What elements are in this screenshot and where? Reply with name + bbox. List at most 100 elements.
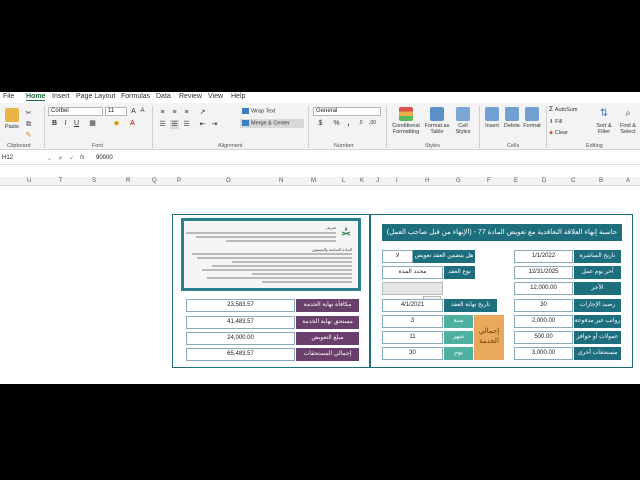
menu-bar: File Home Insert Page Layout Formulas Da… — [0, 92, 640, 103]
empty-input-cell[interactable] — [382, 282, 443, 295]
conditional-formatting-icon — [399, 107, 413, 121]
align-center-icon[interactable]: ☰ — [170, 120, 179, 129]
currency-button[interactable]: $ — [316, 119, 325, 128]
align-left-icon[interactable]: ☰ — [158, 120, 167, 129]
font-color-icon[interactable]: A — [128, 119, 137, 128]
eraser-icon: ◈ — [549, 130, 554, 136]
clipboard-group-label: Clipboard — [7, 143, 31, 149]
chevron-down-icon[interactable]: ⌄ — [47, 155, 52, 162]
autosum-button[interactable]: Σ AutoSum — [549, 106, 589, 113]
wage-value[interactable]: 12,000.00 — [514, 282, 573, 295]
other-dues-label: مستحقات أخرى — [574, 347, 621, 360]
other-dues-value[interactable]: 3,000.00 — [514, 347, 573, 360]
years-value[interactable]: 3 — [382, 315, 443, 328]
last-day-value[interactable]: 12/31/2025 — [514, 266, 573, 279]
incentive-value[interactable]: 500.00 — [514, 331, 573, 344]
conditional-formatting-button[interactable]: Conditional Formatting — [389, 107, 423, 135]
start-date-label: تاريخ المباشرة — [574, 250, 621, 263]
excel-window: File Home Insert Page Layout Formulas Da… — [0, 92, 640, 384]
unpaid-salary-label: رواتب غير مدفوعة — [574, 315, 621, 328]
underline-button[interactable]: U — [72, 119, 81, 128]
cell-styles-button[interactable]: Cell Styles — [451, 107, 475, 135]
number-format-select[interactable]: General — [313, 107, 381, 116]
leave-balance-value[interactable]: 30 — [514, 299, 573, 312]
align-right-icon[interactable]: ☰ — [182, 120, 191, 129]
menu-insert[interactable]: Insert — [52, 93, 70, 100]
eos-due-value[interactable]: 41,483.57 — [186, 316, 295, 329]
unpaid-salary-value[interactable]: 2,000.00 — [514, 315, 573, 328]
font-size-select[interactable]: 11 — [105, 107, 127, 116]
fixed-compensation-question: هل يتضمن العقد تعويض محدد؟ — [413, 250, 475, 272]
leave-balance-label: رصيد الإجازات — [574, 299, 621, 312]
menu-formulas[interactable]: Formulas — [121, 93, 150, 100]
find-select-button[interactable]: ⌕ Find & Select — [616, 107, 640, 135]
end-date-value[interactable]: 4/1/2021 — [382, 299, 443, 312]
formula-input[interactable]: 90000 — [94, 155, 634, 164]
fill-color-icon[interactable]: ◆ — [112, 119, 121, 128]
number-group-label: Number — [334, 143, 354, 149]
fill-down-icon: ⬇ — [549, 119, 554, 125]
increase-decimal-icon[interactable]: .0 — [356, 119, 365, 128]
wage-label: الأجر — [574, 282, 621, 295]
decrease-font-icon[interactable]: A — [138, 107, 147, 116]
ribbon: Paste ✂ ⧉ ✎ Clipboard Corbel 11 A A B I … — [0, 103, 640, 150]
total-value[interactable]: 65,483.57 — [186, 348, 295, 361]
start-date-value[interactable]: 1/1/2022 — [514, 250, 573, 263]
cancel-icon[interactable]: ✕ — [58, 155, 63, 162]
menu-file[interactable]: File — [3, 93, 14, 100]
clear-button[interactable]: ◈ Clear — [549, 130, 589, 136]
merge-center-button[interactable]: Merge & Center — [240, 119, 304, 128]
last-day-label: آخر يوم عمل — [574, 266, 621, 279]
compensation-value[interactable]: 24,000.00 — [186, 332, 295, 345]
format-painter-icon[interactable]: ✎ — [24, 131, 33, 140]
comma-button[interactable]: , — [344, 119, 353, 128]
cut-icon[interactable]: ✂ — [24, 109, 33, 118]
align-top-icon[interactable]: ≡ — [158, 108, 167, 117]
incentive-label: عمولات أو حوافز — [574, 331, 621, 344]
months-label: شهر — [444, 331, 473, 344]
percent-button[interactable]: % — [332, 119, 341, 128]
fx-icon[interactable]: fx — [80, 155, 85, 161]
delete-cells-button[interactable]: Delete — [502, 107, 522, 129]
delete-cells-icon — [505, 107, 519, 121]
wrap-text-icon — [242, 108, 249, 114]
menu-review[interactable]: Review — [179, 93, 202, 100]
menu-page-layout[interactable]: Page Layout — [76, 93, 115, 100]
calculator-title: حاسبة إنهاء العلاقة التعاقدية مع تعويض ا… — [382, 224, 622, 241]
menu-view[interactable]: View — [208, 93, 223, 100]
sort-filter-button[interactable]: ⇅ Sort & Filter — [592, 107, 616, 135]
menu-data[interactable]: Data — [156, 93, 171, 100]
menu-help[interactable]: Help — [231, 93, 245, 100]
increase-indent-icon[interactable]: ⇥ — [210, 120, 219, 129]
copy-icon[interactable]: ⧉ — [24, 120, 33, 129]
fill-button[interactable]: ⬇ Fill — [549, 119, 589, 125]
table-icon — [430, 107, 444, 121]
format-cells-button[interactable]: Format — [522, 107, 542, 129]
fixed-compensation-answer[interactable]: لا — [382, 250, 413, 263]
menu-home[interactable]: Home — [26, 93, 46, 101]
increase-font-icon[interactable]: A — [129, 107, 138, 116]
name-box[interactable]: H12 — [0, 155, 44, 164]
months-value[interactable]: 11 — [382, 331, 443, 344]
font-name-select[interactable]: Corbel — [48, 107, 103, 116]
compensation-label: مبلغ التعويض — [296, 332, 359, 345]
orientation-icon[interactable]: ↗ — [198, 108, 207, 117]
insert-cells-button[interactable]: Insert — [482, 107, 502, 129]
contract-type-value[interactable]: محدد المدة — [382, 266, 443, 279]
bold-button[interactable]: B — [50, 119, 59, 128]
format-as-table-button[interactable]: Format as Table — [424, 107, 450, 135]
wrap-text-button[interactable]: Wrap Text — [242, 108, 292, 114]
decrease-decimal-icon[interactable]: .00 — [368, 119, 377, 128]
eos-value[interactable]: 23,583.57 — [186, 299, 295, 312]
enter-icon[interactable]: ✓ — [69, 155, 74, 162]
align-middle-icon[interactable]: ≡ — [170, 108, 179, 117]
alignment-group-label: Alignment — [218, 143, 243, 149]
align-bottom-icon[interactable]: ≡ — [182, 108, 191, 117]
paste-button[interactable]: Paste — [3, 108, 21, 130]
days-value[interactable]: 30 — [382, 347, 443, 360]
borders-icon[interactable]: ▦ — [88, 119, 97, 128]
decrease-indent-icon[interactable]: ⇤ — [198, 120, 207, 129]
italic-button[interactable]: I — [61, 119, 70, 128]
editing-group-label: Editing — [586, 143, 603, 149]
cell-styles-icon — [456, 107, 470, 121]
